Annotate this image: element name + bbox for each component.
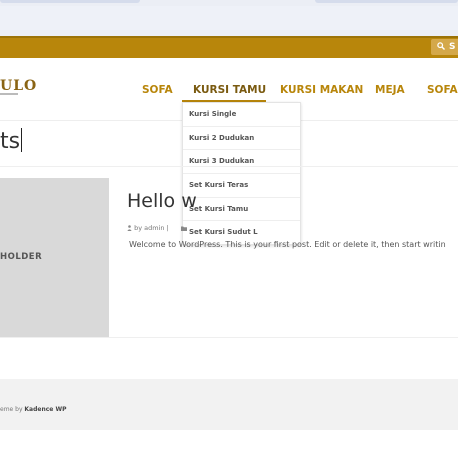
post-meta: by admin | <box>127 224 187 232</box>
submenu-item[interactable]: Set Kursi Tamu <box>183 198 300 222</box>
page-title: ts <box>0 128 23 154</box>
post-title[interactable]: Hello w <box>127 190 197 212</box>
post-author[interactable]: by admin | <box>134 224 169 232</box>
footer-link[interactable]: Kadence WP <box>24 406 66 413</box>
submenu-item[interactable]: Kursi 3 Dudukan <box>183 150 300 175</box>
address-bar[interactable] <box>0 6 458 30</box>
nav-sofa-partial[interactable]: SOFAK <box>427 84 458 96</box>
folder-icon <box>180 226 187 231</box>
footer-credit: eme by Kadence WP <box>0 406 66 413</box>
post-excerpt: Welcome to WordPress. This is your first… <box>129 240 446 249</box>
browser-tab[interactable] <box>315 0 458 3</box>
logo-tagline <box>0 93 18 95</box>
site-footer <box>0 379 458 430</box>
post-thumbnail[interactable]: HOLDER <box>0 178 109 337</box>
nav-meja[interactable]: MEJA <box>375 84 405 96</box>
browser-tab[interactable] <box>0 0 140 3</box>
nav-sofa[interactable]: SOFA <box>142 84 173 96</box>
search-label: S <box>449 42 456 52</box>
nav-kursi-makan[interactable]: KURSI MAKAN <box>280 84 363 96</box>
browser-chrome <box>0 0 458 36</box>
nav-kursi-tamu[interactable]: KURSI TAMU <box>193 84 266 96</box>
submenu-item[interactable]: Kursi Single <box>183 103 300 127</box>
top-bar <box>0 36 458 58</box>
page-title-text: ts <box>0 129 21 154</box>
site-logo[interactable]: ULO <box>0 78 37 94</box>
divider <box>0 166 458 167</box>
submenu-item[interactable]: Set Kursi Teras <box>183 174 300 198</box>
placeholder-label: HOLDER <box>0 252 43 262</box>
text-cursor <box>21 128 23 152</box>
footer-prefix: eme by <box>0 406 25 413</box>
search-button[interactable]: S <box>431 39 458 55</box>
user-icon <box>127 225 132 231</box>
search-icon <box>437 42 445 50</box>
submenu-item[interactable]: Kursi 2 Dudukan <box>183 127 300 151</box>
divider <box>0 337 458 338</box>
submenu-kursi-tamu: Kursi Single Kursi 2 Dudukan Kursi 3 Dud… <box>182 102 301 246</box>
